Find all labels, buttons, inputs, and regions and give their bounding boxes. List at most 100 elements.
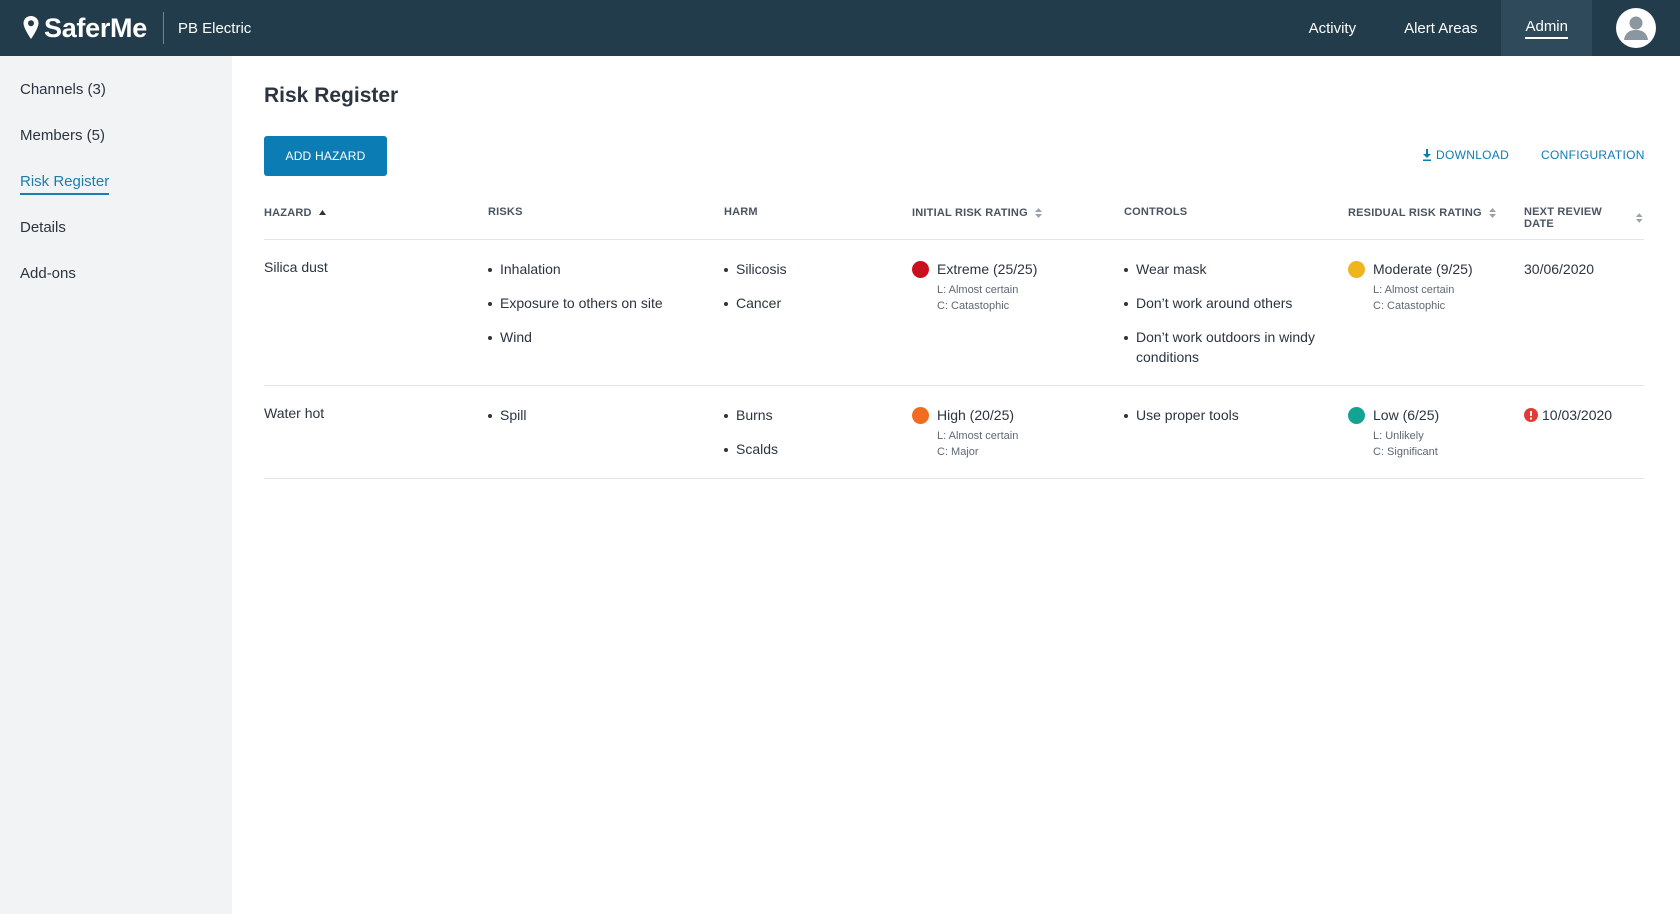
column-header-label: INITIAL RISK RATING [912, 207, 1028, 219]
harm-cell: Burns Scalds [724, 405, 778, 473]
risk-level-dot [912, 406, 929, 424]
nav-activity-label: Activity [1308, 19, 1357, 37]
nav-activity[interactable]: Activity [1285, 0, 1381, 56]
controls-cell: Wear mask Don’t work around others Don’t… [1124, 259, 1336, 381]
location-pin-icon [23, 16, 39, 39]
column-header-label: RISKS [488, 206, 523, 218]
download-label: DOWNLOAD [1436, 148, 1510, 162]
download-button[interactable]: DOWNLOAD [1422, 148, 1509, 162]
column-header-hazard[interactable]: HAZARD [264, 206, 327, 220]
risk-rating-label: Extreme (25/25) [937, 261, 1038, 277]
consequence-text: C: Significant [1373, 446, 1438, 458]
residual-risk-rating-cell: Moderate (9/25) L: Almost certain C: Cat… [1348, 259, 1473, 314]
risks-cell: Inhalation Exposure to others on site Wi… [488, 259, 663, 361]
column-header-residual-risk-rating[interactable]: RESIDUAL RISK RATING [1348, 206, 1497, 220]
sidebar-item-label: Add-ons [20, 265, 76, 282]
next-review-date-cell: 10/03/2020 [1524, 405, 1612, 425]
avatar [1616, 8, 1656, 48]
add-hazard-button[interactable]: ADD HAZARD [264, 136, 387, 176]
review-date: 30/06/2020 [1524, 261, 1595, 277]
consequence-text: C: Catastophic [937, 300, 1010, 312]
list-item: Wear mask [1124, 259, 1336, 279]
nav-alert-areas[interactable]: Alert Areas [1380, 0, 1501, 56]
brand-logo: SaferMe [44, 12, 147, 43]
sort-icon [1488, 208, 1496, 218]
configuration-button[interactable]: CONFIGURATION [1541, 148, 1645, 162]
consequence-text: C: Catastophic [1373, 300, 1446, 312]
column-header-harm: HARM [724, 206, 758, 218]
review-date: 10/03/2020 [1542, 407, 1613, 423]
column-header-risks: RISKS [488, 206, 523, 218]
list-item: Wind [488, 327, 663, 347]
configuration-label: CONFIGURATION [1541, 148, 1645, 162]
sidebar-item-details[interactable]: Details [0, 216, 232, 262]
main-content: Risk Register ADD HAZARD DOWNLOAD CONFIG… [232, 56, 1680, 914]
column-header-initial-risk-rating[interactable]: INITIAL RISK RATING [912, 206, 1043, 220]
list-item: Burns [724, 405, 778, 425]
list-item: Silicosis [724, 259, 787, 279]
list-item: Don’t work outdoors in windy conditions [1124, 327, 1336, 367]
hazard-cell: Water hot [264, 405, 325, 421]
list-item: Scalds [724, 439, 778, 459]
risk-rating-label: Moderate (9/25) [1373, 261, 1473, 277]
table-row[interactable]: Water hot Spill Burns Scalds High (20/25… [264, 386, 1644, 479]
likelihood-text: L: Unlikely [1373, 430, 1424, 442]
likelihood-text: L: Almost certain [1373, 284, 1455, 296]
risk-rating-label: High (20/25) [937, 407, 1015, 423]
column-header-label: NEXT REVIEW DATE [1524, 206, 1602, 230]
sidebar-item-label: Channels (3) [20, 81, 106, 98]
next-review-date-cell: 30/06/2020 [1524, 259, 1594, 279]
top-bar: SaferMe PB Electric Activity Alert Areas… [0, 0, 1680, 56]
sidebar-item-risk-register[interactable]: Risk Register [0, 170, 232, 216]
controls-cell: Use proper tools [1124, 405, 1336, 439]
brand-divider [162, 12, 164, 44]
sort-icon [1636, 213, 1644, 223]
column-header-label: CONTROLS [1124, 206, 1188, 218]
initial-risk-rating-cell: Extreme (25/25) L: Almost certain C: Cat… [912, 259, 1037, 314]
hazard-cell: Silica dust [264, 259, 328, 275]
nav-admin[interactable]: Admin [1501, 0, 1592, 56]
likelihood-text: L: Almost certain [937, 430, 1019, 442]
column-header-label: HAZARD [264, 207, 312, 219]
organization-name: PB Electric [177, 19, 252, 37]
sidebar-item-label: Members (5) [20, 127, 106, 144]
list-item: Use proper tools [1124, 405, 1336, 425]
list-item: Exposure to others on site [488, 293, 663, 313]
likelihood-text: L: Almost certain [937, 284, 1019, 296]
list-item: Don’t work around others [1124, 293, 1336, 313]
harm-cell: Silicosis Cancer [724, 259, 787, 327]
column-header-next-review-date[interactable]: NEXT REVIEW DATE [1524, 206, 1644, 230]
sidebar-item-label: Risk Register [20, 171, 110, 195]
sidebar-item-members[interactable]: Members (5) [0, 124, 232, 170]
table-row[interactable]: Silica dust Inhalation Exposure to other… [264, 240, 1644, 386]
brand[interactable]: SaferMe PB Electric [0, 0, 251, 56]
risk-level-dot [1348, 260, 1365, 278]
table-header: HAZARD RISKS HARM INITIAL RISK RATING CO… [264, 196, 1644, 240]
consequence-text: C: Major [937, 446, 979, 458]
residual-risk-rating-cell: Low (6/25) L: Unlikely C: Significant [1348, 405, 1439, 460]
sort-ascending-icon [318, 210, 326, 215]
list-item: Inhalation [488, 259, 663, 279]
sidebar-item-add-ons[interactable]: Add-ons [0, 262, 232, 308]
nav-admin-label: Admin [1525, 18, 1568, 39]
list-item: Cancer [724, 293, 787, 313]
page-title: Risk Register [264, 84, 399, 107]
column-header-label: HARM [724, 206, 758, 218]
top-nav: Activity Alert Areas Admin [1285, 0, 1680, 56]
risks-cell: Spill [488, 405, 526, 439]
sort-icon [1034, 208, 1042, 218]
risk-rating-label: Low (6/25) [1373, 407, 1440, 423]
list-item: Spill [488, 405, 526, 425]
risk-level-dot [1348, 406, 1365, 424]
sidebar: Channels (3) Members (5) Risk Register D… [0, 56, 232, 914]
column-header-controls: CONTROLS [1124, 206, 1187, 218]
sidebar-item-channels[interactable]: Channels (3) [0, 78, 232, 124]
overdue-warning-icon [1524, 408, 1538, 422]
user-menu[interactable] [1592, 0, 1680, 56]
sidebar-item-label: Details [20, 219, 66, 236]
user-icon [1624, 16, 1648, 40]
download-icon [1423, 149, 1431, 161]
column-header-label: RESIDUAL RISK RATING [1348, 207, 1482, 219]
risk-level-dot [912, 260, 929, 278]
nav-alert-areas-label: Alert Areas [1404, 19, 1478, 37]
